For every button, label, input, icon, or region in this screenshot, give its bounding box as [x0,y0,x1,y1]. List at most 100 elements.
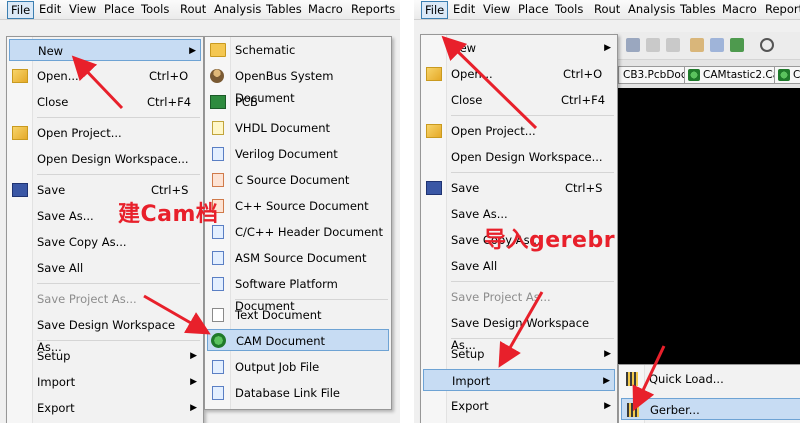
menu-place[interactable]: Place [515,1,552,19]
import-submenu: Quick Load... Gerber... [618,364,800,423]
menu-item-save[interactable]: Save Ctrl+S [423,177,615,199]
menu-item-label: Quick Load... [649,372,724,386]
menu-item-label: Save All [451,259,498,273]
submenu-item-verilog[interactable]: Verilog Document [207,143,389,165]
openbus-icon [210,69,224,83]
submenu-item-vhdl[interactable]: VHDL Document [207,117,389,139]
menu-item-save-all[interactable]: Save All [9,257,201,279]
menu-item-label: Save Project As... [37,292,137,306]
menu-analysis[interactable]: Analysis [211,1,264,19]
submenu-item-quick-load[interactable]: Quick Load... [621,368,800,390]
document-tabs: CB3.PcbDoc CAMtastic2.Cam * CA [614,60,800,88]
tab-pcbdoc[interactable]: CB3.PcbDoc [618,66,692,84]
menu-item-open[interactable]: Open... Ctrl+O [423,63,615,85]
menu-tables[interactable]: Tables [677,1,719,19]
menu-item-close[interactable]: Close Ctrl+F4 [423,89,615,111]
menu-item-close[interactable]: Close Ctrl+F4 [9,91,201,113]
annotation-create-cam: 建Cam档 [118,202,219,227]
shortcut-label: Ctrl+F4 [561,93,606,107]
menu-file[interactable]: File [421,1,449,19]
submenu-item-cpp-source[interactable]: C++ Source Document [207,195,389,217]
menu-file[interactable]: File [7,1,35,19]
menu-view[interactable]: View [66,1,99,19]
menu-rout[interactable]: Rout [177,1,209,19]
menu-item-open[interactable]: Open... Ctrl+O [9,65,201,87]
menu-item-label: Open Project... [451,124,536,138]
submenu-arrow-icon: ▶ [189,46,196,56]
submenu-arrow-icon: ▶ [190,377,197,387]
menu-item-open-project[interactable]: Open Project... [423,120,615,142]
cam-doc-icon [211,333,226,348]
menu-item-label: Setup [37,349,71,363]
submenu-item-openbus[interactable]: OpenBus System Document [207,65,389,105]
menu-item-label: PCB [235,95,258,109]
redo-icon[interactable] [666,38,680,52]
menu-rout[interactable]: Rout [591,1,623,19]
menu-item-label: Open Design Workspace... [37,152,189,166]
menu-item-label: Close [37,95,69,109]
menu-analysis[interactable]: Analysis [625,1,678,19]
undo-icon[interactable] [646,38,660,52]
submenu-item-pcb[interactable]: PCB [207,91,389,113]
menubar: File Edit View Place Tools Rout Analysis… [414,0,800,20]
menu-item-new[interactable]: New ▶ [9,39,201,61]
open-folder-icon [426,67,442,81]
layer-icon[interactable] [730,38,744,52]
menu-item-open-project[interactable]: Open Project... [9,122,201,144]
menu-item-label: VHDL Document [235,121,331,135]
menu-item-label: New [451,41,477,55]
menu-item-import[interactable]: Import ▶ [423,369,615,391]
menu-item-setup[interactable]: Setup ▶ [9,345,201,367]
shortcut-label: Ctrl+O [149,69,189,83]
copy-icon[interactable] [626,38,640,52]
menu-item-export[interactable]: Export ▶ [9,397,201,419]
menu-separator [451,338,614,339]
menu-item-open-design-workspace[interactable]: Open Design Workspace... [423,146,615,168]
menu-item-save-design-workspace-as[interactable]: Save Design Workspace As... [423,312,615,352]
submenu-item-cam-document[interactable]: CAM Document [207,329,389,351]
menu-reports[interactable]: Reports [348,1,398,19]
submenu-item-gerber[interactable]: Gerber... [621,398,800,420]
menu-macro[interactable]: Macro [305,1,346,19]
arc-icon[interactable] [760,38,774,52]
submenu-item-schematic[interactable]: Schematic [207,39,389,61]
menu-item-label: Save Copy As... [37,235,127,249]
select-icon[interactable] [710,38,724,52]
submenu-item-output-job[interactable]: Output Job File [207,356,389,378]
menu-item-import[interactable]: Import ▶ [9,371,201,393]
menu-view[interactable]: View [480,1,513,19]
submenu-item-database-link[interactable]: Database Link File [207,382,389,404]
submenu-item-software-platform[interactable]: Software Platform Document [207,273,389,313]
menu-item-setup[interactable]: Setup ▶ [423,343,615,365]
menu-place[interactable]: Place [101,1,138,19]
menu-separator [451,172,614,173]
menu-item-label: Text Document [235,308,322,322]
pan-hand-icon[interactable] [690,38,704,52]
menu-item-save-copy-as[interactable]: Save Copy As... [9,231,201,253]
menu-item-label: Schematic [235,43,296,57]
menu-item-new[interactable]: New ▶ [423,37,615,59]
submenu-item-c-source[interactable]: C Source Document [207,169,389,191]
menu-item-open-design-workspace[interactable]: Open Design Workspace... [9,148,201,170]
file-menu: New ▶ Open... Ctrl+O Close Ctrl+F4 Open … [6,36,204,423]
submenu-item-c-header[interactable]: C/C++ Header Document [207,221,389,243]
menu-edit[interactable]: Edit [450,1,478,19]
tab-cam-partial[interactable]: CA [774,66,800,84]
c-source-icon [212,173,224,187]
menu-item-save-design-workspace-as[interactable]: Save Design Workspace As... [9,314,201,354]
menu-item-export[interactable]: Export ▶ [423,395,615,417]
submenu-item-text-document[interactable]: Text Document [207,304,389,326]
menu-separator [37,283,200,284]
menu-tools[interactable]: Tools [552,1,586,19]
open-project-icon [426,124,442,138]
menu-edit[interactable]: Edit [36,1,64,19]
menu-item-save-all[interactable]: Save All [423,255,615,277]
cam-doc-icon [688,69,700,81]
menu-tables[interactable]: Tables [263,1,305,19]
submenu-item-asm-source[interactable]: ASM Source Document [207,247,389,269]
menu-tools[interactable]: Tools [138,1,172,19]
menu-item-label: Open... [37,69,79,83]
menu-reports[interactable]: Reports [762,1,800,19]
menu-macro[interactable]: Macro [719,1,760,19]
menu-item-label: CAM Document [236,334,326,348]
